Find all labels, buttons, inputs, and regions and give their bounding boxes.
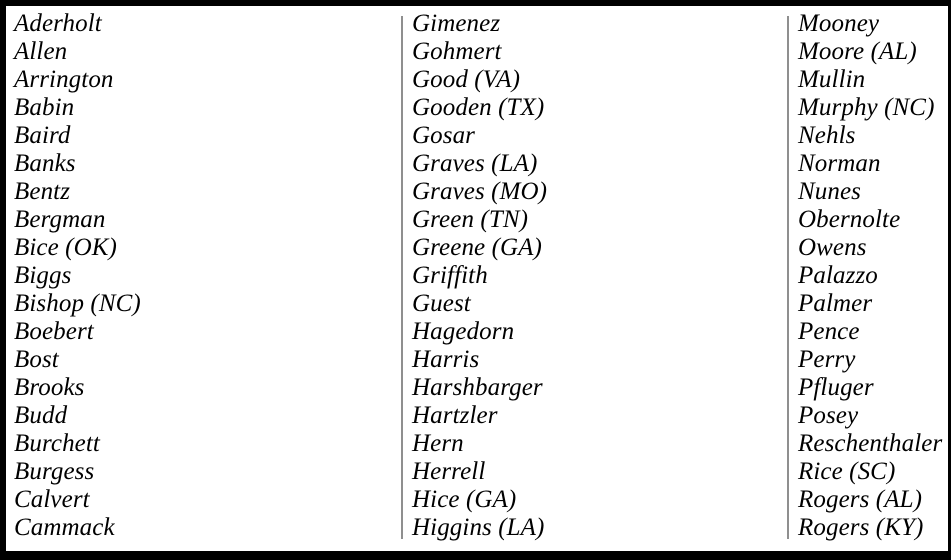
- list-item: Calvert: [14, 486, 90, 513]
- list-item: Gimenez: [412, 10, 501, 37]
- list-item: Perry: [798, 346, 856, 373]
- list-item: Bice (OK): [14, 234, 117, 261]
- list-item: Baird: [14, 122, 71, 149]
- list-item: Murphy (NC): [798, 94, 935, 121]
- list-item: Gohmert: [412, 38, 502, 65]
- column-divider: [787, 16, 789, 539]
- list-item: Good (VA): [412, 66, 521, 93]
- list-item: Biggs: [14, 262, 72, 289]
- list-item: Hern: [412, 430, 464, 457]
- list-item: Griffith: [412, 262, 488, 289]
- list-item: Mooney: [798, 10, 880, 37]
- column-divider: [401, 16, 403, 539]
- list-item: Bergman: [14, 206, 106, 233]
- list-item: Guest: [412, 290, 471, 317]
- list-item: Bost: [14, 346, 59, 373]
- list-item: Harris: [412, 346, 480, 373]
- list-item: Owens: [798, 234, 867, 261]
- list-item: Aderholt: [14, 10, 102, 37]
- list-item: Herrell: [412, 458, 486, 485]
- list-item: Boebert: [14, 318, 94, 345]
- list-item: Nehls: [798, 122, 856, 149]
- list-item: Green (TN): [412, 206, 529, 233]
- list-item: Burchett: [14, 430, 100, 457]
- list-item: Palmer: [798, 290, 873, 317]
- list-item: Hagedorn: [412, 318, 515, 345]
- list-item: Posey: [798, 402, 859, 429]
- list-item: Allen: [14, 38, 68, 65]
- list-item: Moore (AL): [798, 38, 917, 65]
- document-frame: Aderholt Allen Arrington Babin Baird Ban…: [0, 0, 951, 560]
- list-item: Gosar: [412, 122, 476, 149]
- list-item: Banks: [14, 150, 76, 177]
- list-item: Norman: [798, 150, 881, 177]
- name-list-columns: Aderholt Allen Arrington Babin Baird Ban…: [6, 6, 948, 551]
- list-item: Greene (GA): [412, 234, 542, 261]
- name-column-2: Gimenez Gohmert Good (VA) Gooden (TX) Go…: [399, 10, 785, 551]
- list-item: Higgins (LA): [412, 514, 545, 541]
- list-item: Graves (LA): [412, 150, 538, 177]
- list-item: Graves (MO): [412, 178, 548, 205]
- list-item: Pence: [798, 318, 860, 345]
- list-item: Brooks: [14, 374, 85, 401]
- list-item: Bishop (NC): [14, 290, 141, 317]
- list-item: Gooden (TX): [412, 94, 545, 121]
- list-item: Cammack: [14, 514, 115, 541]
- list-item: Bentz: [14, 178, 71, 205]
- list-item: Pfluger: [798, 374, 874, 401]
- list-item: Mullin: [798, 66, 866, 93]
- list-item: Palazzo: [798, 262, 878, 289]
- list-item: Rice (SC): [798, 458, 896, 485]
- list-item: Rogers (KY): [798, 514, 924, 541]
- list-item: Hartzler: [412, 402, 498, 429]
- list-item: Harshbarger: [412, 374, 543, 401]
- name-column-1: Aderholt Allen Arrington Babin Baird Ban…: [6, 10, 399, 551]
- list-item: Obernolte: [798, 206, 901, 233]
- list-item: Hice (GA): [412, 486, 517, 513]
- list-item: Rogers (AL): [798, 486, 923, 513]
- list-item: Budd: [14, 402, 68, 429]
- list-item: Burgess: [14, 458, 95, 485]
- list-item: Reschenthaler: [798, 430, 943, 457]
- name-column-3: Mooney Moore (AL) Mullin Murphy (NC) Neh…: [785, 10, 948, 551]
- list-item: Arrington: [14, 66, 114, 93]
- list-item: Nunes: [798, 178, 861, 205]
- list-item: Babin: [14, 94, 75, 121]
